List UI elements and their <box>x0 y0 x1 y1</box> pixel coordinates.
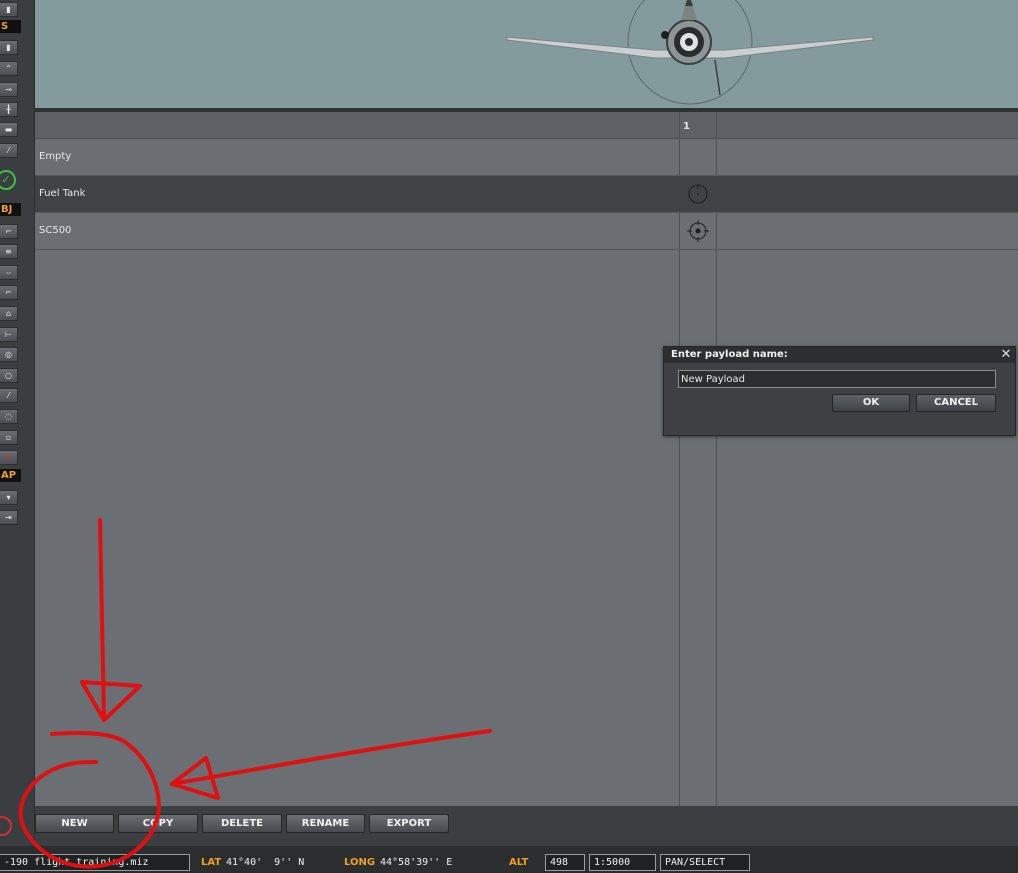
toolbar-button[interactable]: ╂ <box>0 102 18 117</box>
rename-button[interactable]: RENAME <box>286 814 365 833</box>
toolbar-button[interactable]: ⊸ <box>0 82 18 97</box>
alt-label: ALT <box>509 857 529 868</box>
toolbar-button[interactable]: ▮ <box>0 40 18 55</box>
toolbar-button[interactable]: ▾ <box>0 490 18 505</box>
toolbar-button[interactable]: ▮ <box>0 2 18 17</box>
payload-name: Empty <box>39 151 72 162</box>
check-icon[interactable]: ✓ <box>0 170 16 190</box>
export-button[interactable]: EXPORT <box>369 814 449 833</box>
helicopter-icon[interactable]: ⌐ <box>0 224 18 239</box>
zone-icon[interactable]: ○ <box>0 368 18 383</box>
payload-name: Fuel Tank <box>39 188 86 199</box>
left-toolbar: ▮ S ▮ ⌃ ⊸ ╂ ▬ ⁄ ✓ BJ ⌐ ≡ ⌣ ⌐ ⌂ ⊢ ◎ ○ ⁄ ◌… <box>0 0 35 873</box>
toolbar-button[interactable]: ⌃ <box>0 61 18 76</box>
toolbar-button[interactable]: ⁄ <box>0 388 18 403</box>
record-icon[interactable] <box>0 816 12 836</box>
aircraft-illustration <box>506 0 874 105</box>
ship-icon[interactable]: ⌣ <box>0 265 18 280</box>
table-row[interactable]: Fuel Tank <box>35 176 1018 213</box>
target-icon[interactable]: ◎ <box>0 347 18 362</box>
zone-icon[interactable]: ◌ <box>0 409 18 424</box>
fuel-tank-icon[interactable] <box>687 183 709 205</box>
dialog-title: Enter payload name: <box>664 347 1015 363</box>
toolbar-button[interactable]: ⁄ <box>0 143 18 158</box>
payload-name-input[interactable] <box>678 370 996 388</box>
long-value: 44°58'39'' E <box>380 857 453 868</box>
table-row[interactable]: Empty <box>35 139 1018 176</box>
pylon-column-header: 1 <box>683 121 690 132</box>
alt-value: 498 <box>545 854 585 871</box>
toolbar-button[interactable]: ▫ <box>0 430 18 445</box>
status-bar: -190 flight training.miz LAT 41°40' 9'' … <box>0 846 1018 873</box>
mission-file-name: -190 flight training.miz <box>0 854 190 871</box>
close-icon[interactable]: ✕ <box>0 450 18 465</box>
delete-button[interactable]: DELETE <box>202 814 282 833</box>
table-header: 1 <box>35 112 1018 139</box>
toolbar-button[interactable]: ⇥ <box>0 510 18 525</box>
structure-icon[interactable]: ⌂ <box>0 306 18 321</box>
map-scale[interactable]: 1:5000 <box>589 854 656 871</box>
payload-button-bar: NEW COPY DELETE RENAME EXPORT <box>35 806 1018 846</box>
toolbar-label: S <box>0 20 21 33</box>
helicopter-icon[interactable]: ≡ <box>0 244 18 259</box>
close-icon[interactable]: ✕ <box>999 347 1013 363</box>
table-row[interactable]: SC500 <box>35 213 1018 250</box>
bomb-icon[interactable] <box>687 220 709 242</box>
copy-button[interactable]: COPY <box>118 814 198 833</box>
payload-name-dialog: Enter payload name: ✕ OK CANCEL <box>663 346 1016 436</box>
mode-indicator: PAN/SELECT <box>660 854 750 871</box>
toolbar-label: AP <box>0 469 21 482</box>
lat-value: 41°40' 9'' N <box>226 857 305 868</box>
new-button[interactable]: NEW <box>35 814 114 833</box>
cancel-button[interactable]: CANCEL <box>916 394 996 412</box>
toolbar-button[interactable]: ⊢ <box>0 327 18 342</box>
payload-name: SC500 <box>39 225 72 236</box>
ok-button[interactable]: OK <box>832 394 910 412</box>
vehicle-icon[interactable]: ⌐ <box>0 285 18 300</box>
long-label: LONG <box>344 857 376 868</box>
lat-label: LAT <box>201 857 222 868</box>
aircraft-preview <box>35 0 1018 112</box>
payload-table: 1 Empty Fuel Tank SC500 <box>35 112 1018 806</box>
toolbar-label: BJ <box>0 203 21 216</box>
toolbar-button[interactable]: ▬ <box>0 122 18 137</box>
